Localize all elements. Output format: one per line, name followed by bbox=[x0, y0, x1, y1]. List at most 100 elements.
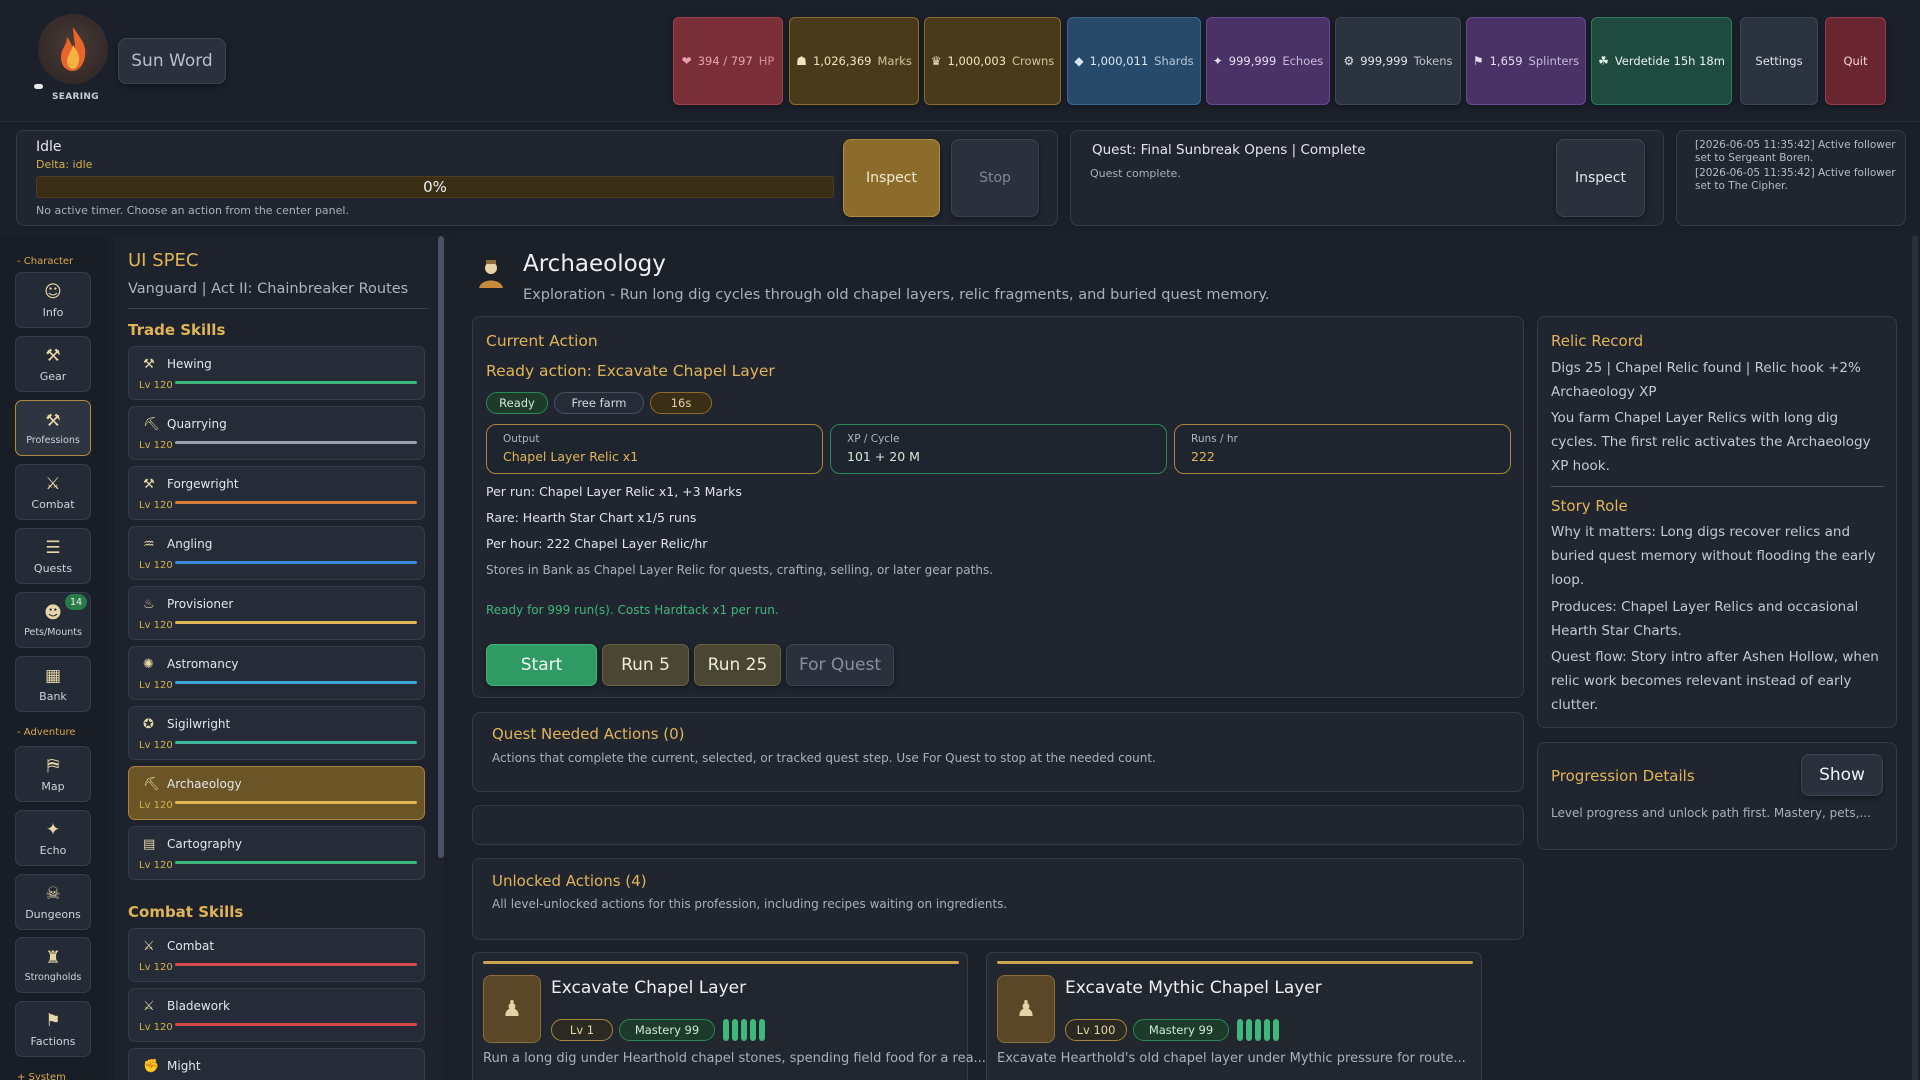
skill-hewing[interactable]: ⚒ Hewing Lv 120 bbox=[128, 346, 425, 400]
provisioner-icon: ♨ bbox=[143, 597, 155, 612]
skill-sigilwright[interactable]: ✪ Sigilwright Lv 120 bbox=[128, 706, 425, 760]
flame-label: SEARING bbox=[52, 92, 99, 102]
skill-level: Lv 120 bbox=[139, 962, 173, 973]
output-stat: Output Chapel Layer Relic x1 bbox=[486, 424, 823, 474]
professions-icon: ⚒ bbox=[45, 410, 61, 431]
resource-value: 1,000,011 bbox=[1089, 54, 1149, 68]
resource-marks[interactable]: ☗ 1,026,369 Marks bbox=[789, 17, 919, 105]
unlocked-actions-description: All level-unlocked actions for this prof… bbox=[492, 897, 1008, 911]
spec-subtitle: Vanguard | Act II: Chainbreaker Routes bbox=[128, 281, 409, 297]
nav-section-system[interactable]: + System bbox=[17, 1072, 66, 1080]
inspect-timer-button[interactable]: Inspect bbox=[843, 139, 940, 217]
for-quest-button[interactable]: For Quest bbox=[786, 644, 894, 686]
card-mastery: Mastery 99 bbox=[1133, 1019, 1229, 1041]
nav-professions[interactable]: ⚒ Professions bbox=[15, 400, 91, 456]
resource-crowns[interactable]: ♛ 1,000,003 Crowns bbox=[924, 17, 1061, 105]
skill-name: Forgewright bbox=[167, 477, 239, 491]
skill-combat[interactable]: ⚔ Combat Lv 120 bbox=[128, 928, 425, 982]
card-level: Lv 100 bbox=[1065, 1019, 1127, 1041]
quest-title: Quest: Final Sunbreak Opens | Complete bbox=[1092, 142, 1366, 158]
nav-label: Bank bbox=[39, 689, 67, 703]
ready-badge: Ready bbox=[486, 392, 548, 414]
skill-progress-bar bbox=[175, 963, 417, 966]
nav-info[interactable]: ☺ Info bbox=[15, 272, 91, 328]
resource-echoes[interactable]: ✦ 999,999 Echoes bbox=[1206, 17, 1330, 105]
skill-astromancy[interactable]: ✺ Astromancy Lv 120 bbox=[128, 646, 425, 700]
mastery-pips bbox=[1237, 1019, 1279, 1041]
factions-icon: ⚑ bbox=[45, 1010, 61, 1031]
skill-level: Lv 120 bbox=[139, 440, 173, 451]
quest-needed-description: Actions that complete the current, selec… bbox=[492, 751, 1156, 765]
quarrying-icon: ⛏ bbox=[143, 417, 160, 432]
nav-combat[interactable]: ⚔ Combat bbox=[15, 464, 91, 520]
timer-delta: Delta: idle bbox=[36, 158, 93, 171]
nav-gear[interactable]: ⚒ Gear bbox=[15, 336, 91, 392]
inspect-quest-button[interactable]: Inspect bbox=[1556, 139, 1645, 217]
skill-quarrying[interactable]: ⛏ Quarrying Lv 120 bbox=[128, 406, 425, 460]
settings-button[interactable]: Settings bbox=[1740, 17, 1818, 105]
quit-button[interactable]: Quit bbox=[1825, 17, 1886, 105]
resource-label: Echoes bbox=[1282, 54, 1324, 68]
main-scrollbar[interactable] bbox=[1912, 236, 1918, 1080]
stop-button[interactable]: Stop bbox=[951, 139, 1039, 217]
resource-tokens[interactable]: ⚙ 999,999 Tokens bbox=[1335, 17, 1461, 105]
skill-progress-bar bbox=[175, 741, 417, 744]
show-button[interactable]: Show bbox=[1801, 754, 1883, 796]
action-card[interactable]: ♟ Excavate Chapel Layer Lv 1 Mastery 99 … bbox=[472, 952, 986, 1080]
marks-icon: ☗ bbox=[796, 54, 807, 68]
card-accent bbox=[483, 961, 959, 964]
flame-icon bbox=[61, 27, 86, 71]
duration-badge: 16s bbox=[650, 392, 712, 414]
card-avatar-icon: ♟ bbox=[997, 975, 1055, 1043]
resource-value: 1,000,003 bbox=[947, 54, 1007, 68]
gear-icon: ⚒ bbox=[45, 345, 61, 366]
resource-hp[interactable]: ❤ 394 / 797 HP bbox=[673, 17, 783, 105]
run-5-button[interactable]: Run 5 bbox=[602, 644, 689, 686]
skill-progress-bar bbox=[175, 621, 417, 624]
nav-section-character[interactable]: - Character bbox=[17, 256, 73, 267]
resource-value: 394 / 797 bbox=[697, 54, 753, 68]
ready-runs-note: Ready for 999 run(s). Costs Hardtack x1 … bbox=[486, 603, 779, 617]
nav-strongholds[interactable]: ♜ Strongholds bbox=[15, 937, 91, 993]
crown-icon: ♛ bbox=[930, 54, 942, 68]
skill-name: Hewing bbox=[167, 357, 212, 371]
nav-bank[interactable]: ▦ Bank bbox=[15, 656, 91, 712]
nav-label: Pets/Mounts bbox=[24, 626, 82, 638]
skill-forgewright[interactable]: ⚒ Forgewright Lv 120 bbox=[128, 466, 425, 520]
nav-echo[interactable]: ✦ Echo bbox=[15, 810, 91, 866]
dungeons-icon: ☠ bbox=[45, 883, 61, 904]
skill-level: Lv 120 bbox=[139, 680, 173, 691]
nav-factions[interactable]: ⚑ Factions bbox=[15, 1001, 91, 1057]
action-card[interactable]: ♟ Excavate Mythic Chapel Layer Lv 100 Ma… bbox=[986, 952, 1482, 1080]
run-25-button[interactable]: Run 25 bbox=[694, 644, 781, 686]
resource-verdetide[interactable]: ☘ Verdetide 15h 18m bbox=[1591, 17, 1732, 105]
resource-label: Marks bbox=[877, 54, 912, 68]
skill-level: Lv 120 bbox=[139, 800, 173, 811]
nav-dungeons[interactable]: ☠ Dungeons bbox=[15, 874, 91, 930]
sun-word-button[interactable]: Sun Word bbox=[118, 38, 226, 84]
heart-icon: ❤ bbox=[681, 54, 692, 68]
skill-level: Lv 120 bbox=[139, 380, 173, 391]
skill-angling[interactable]: ♒ Angling Lv 120 bbox=[128, 526, 425, 580]
profession-title: Archaeology bbox=[523, 251, 666, 277]
stat-label: Output bbox=[503, 433, 540, 445]
skill-archaeology[interactable]: ⛏ Archaeology Lv 120 bbox=[128, 766, 425, 820]
nav-section-adventure[interactable]: - Adventure bbox=[17, 727, 76, 738]
card-accent bbox=[997, 961, 1473, 964]
skill-provisioner[interactable]: ♨ Provisioner Lv 120 bbox=[128, 586, 425, 640]
stat-label: Runs / hr bbox=[1191, 433, 1238, 445]
resource-shards[interactable]: ◆ 1,000,011 Shards bbox=[1067, 17, 1201, 105]
unlocked-actions-title: Unlocked Actions (4) bbox=[492, 872, 647, 890]
flame-avatar[interactable] bbox=[38, 14, 108, 84]
nav-quests[interactable]: ☰ Quests bbox=[15, 528, 91, 584]
runs-stat: Runs / hr 222 bbox=[1174, 424, 1511, 474]
skill-cartography[interactable]: ▤ Cartography Lv 120 bbox=[128, 826, 425, 880]
resource-splinters[interactable]: ⚑ 1,659 Splinters bbox=[1466, 17, 1586, 105]
skill-list-scrollbar[interactable] bbox=[438, 236, 444, 858]
nav-label: Combat bbox=[31, 497, 75, 511]
skill-might[interactable]: ✊ Might bbox=[128, 1048, 425, 1080]
start-button[interactable]: Start bbox=[486, 644, 597, 686]
nav-map[interactable]: ⛿ Map bbox=[15, 746, 91, 802]
skill-bladework[interactable]: ⚔ Bladework Lv 120 bbox=[128, 988, 425, 1042]
story-produces: Produces: Chapel Layer Relics and occasi… bbox=[1551, 599, 1859, 639]
